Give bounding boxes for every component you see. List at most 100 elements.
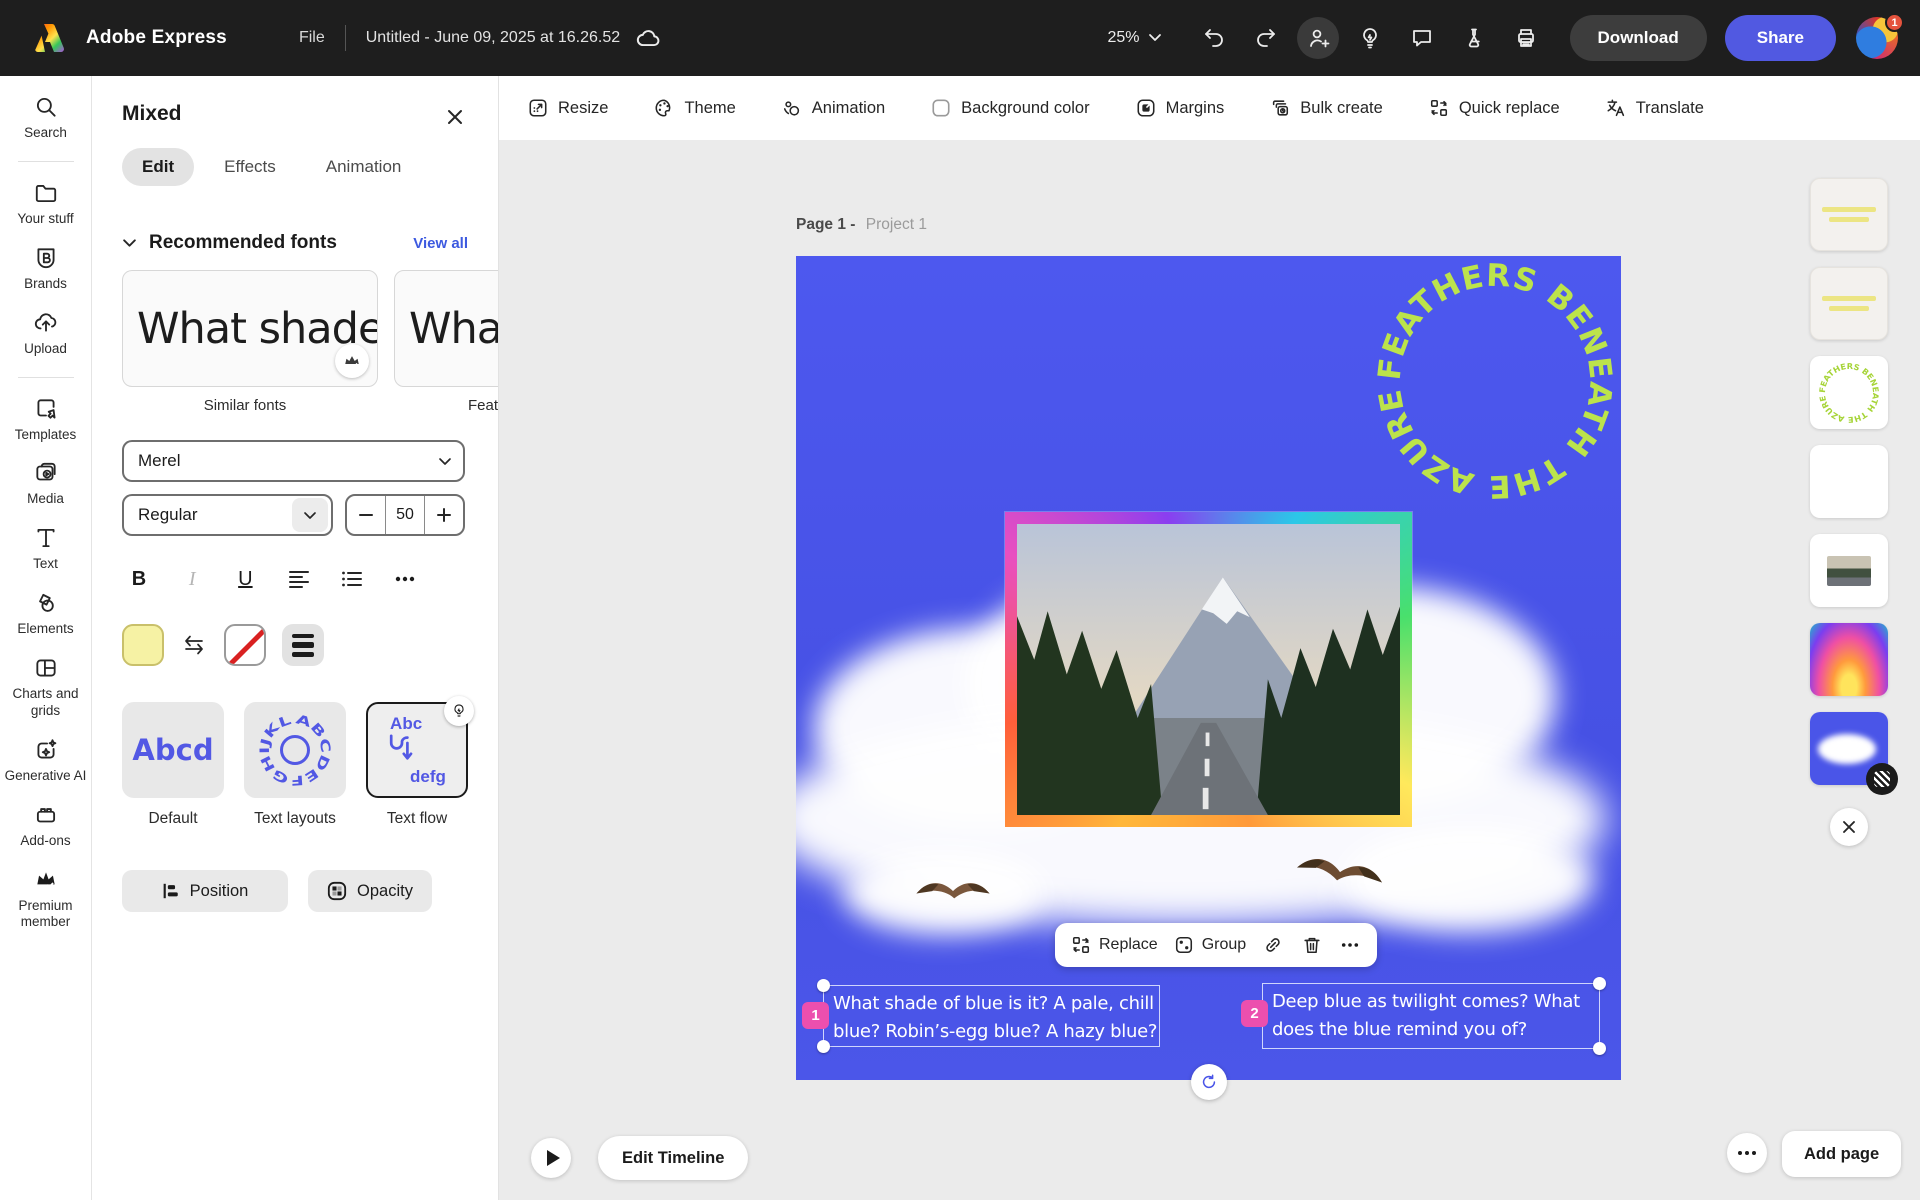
text-color-swatch[interactable] bbox=[122, 624, 164, 666]
font-card-similar[interactable]: What shade bbox=[122, 270, 378, 387]
document-title[interactable]: Untitled - June 09, 2025 at 16.26.52 bbox=[366, 29, 620, 47]
text-layouts-card[interactable]: ABCDEFGHIJKL bbox=[244, 702, 346, 798]
sidebar-label: Your stuff bbox=[17, 211, 73, 228]
bulk-create-button[interactable]: Bulk create bbox=[1270, 98, 1383, 118]
bold-button[interactable]: B bbox=[122, 562, 156, 596]
text-box-1[interactable]: What shade of blue is it? A pale, chill … bbox=[823, 985, 1160, 1047]
quick-replace-button[interactable]: Quick replace bbox=[1429, 98, 1560, 118]
sidebar-label: Add-ons bbox=[20, 833, 70, 850]
text-background-button[interactable] bbox=[282, 624, 324, 666]
text-flow-card[interactable]: Abc defg bbox=[366, 702, 468, 798]
framed-photo-element[interactable] bbox=[1005, 512, 1412, 827]
tab-effects[interactable]: Effects bbox=[204, 148, 296, 186]
text-style-default-card[interactable]: Abcd bbox=[122, 702, 224, 798]
text-box-2[interactable]: Deep blue as twilight comes? What does t… bbox=[1262, 983, 1600, 1049]
comments-button[interactable] bbox=[1401, 17, 1443, 59]
opacity-icon bbox=[327, 881, 347, 901]
page-more-options-button[interactable] bbox=[1727, 1133, 1767, 1173]
replace-button[interactable]: Replace bbox=[1071, 935, 1158, 955]
underline-button[interactable]: U bbox=[228, 562, 262, 596]
view-all-link[interactable]: View all bbox=[413, 235, 468, 252]
file-menu[interactable]: File bbox=[299, 29, 325, 47]
play-button[interactable] bbox=[531, 1138, 571, 1178]
arc-text: FEATHERS BENEATH THE AZURE bbox=[1372, 258, 1619, 505]
outline-color-none-swatch[interactable] bbox=[224, 624, 266, 666]
undo-button[interactable] bbox=[1193, 17, 1235, 59]
tab-animation[interactable]: Animation bbox=[306, 148, 422, 186]
sidebar-item-add-ons[interactable]: Add-ons bbox=[2, 802, 90, 850]
delete-button[interactable] bbox=[1300, 930, 1322, 960]
add-page-button[interactable]: Add page bbox=[1782, 1131, 1901, 1177]
sidebar-item-upload[interactable]: Upload bbox=[2, 310, 90, 358]
link-button[interactable] bbox=[1262, 930, 1284, 960]
theme-button[interactable]: Theme bbox=[654, 98, 735, 118]
print-button[interactable] bbox=[1505, 17, 1547, 59]
group-button[interactable]: Group bbox=[1174, 935, 1246, 955]
font-family-select[interactable]: Merel bbox=[122, 440, 465, 482]
sidebar-item-charts-and-grids[interactable]: Charts and grids bbox=[2, 655, 90, 720]
sidebar-item-search[interactable]: Search bbox=[2, 94, 90, 142]
tip-bulb-badge[interactable] bbox=[444, 696, 474, 726]
avatar[interactable]: 1 bbox=[1856, 17, 1898, 59]
selection-handle[interactable] bbox=[1593, 977, 1606, 990]
animation-button[interactable]: Animation bbox=[782, 98, 885, 118]
project-name-label[interactable]: Project 1 bbox=[866, 216, 927, 233]
ideas-button[interactable] bbox=[1349, 17, 1391, 59]
edit-timeline-button[interactable]: Edit Timeline bbox=[598, 1136, 748, 1180]
chevron-down-icon[interactable] bbox=[122, 238, 137, 248]
mini-arc-text: FEATHERS BENEATH THE AZURE bbox=[1816, 360, 1882, 426]
selection-handle[interactable] bbox=[1593, 1042, 1606, 1055]
beta-labs-button[interactable] bbox=[1453, 17, 1495, 59]
font-card-featured[interactable]: What shade bbox=[394, 270, 498, 387]
default-style-preview: Abcd bbox=[132, 733, 213, 767]
sidebar-item-premium[interactable]: Premium member bbox=[2, 867, 90, 932]
zoom-control[interactable]: 25% bbox=[1108, 29, 1162, 47]
font-weight-select[interactable]: Regular bbox=[122, 494, 333, 536]
margins-button[interactable]: Margins bbox=[1136, 98, 1225, 118]
download-button[interactable]: Download bbox=[1570, 15, 1707, 61]
opacity-button[interactable]: Opacity bbox=[308, 870, 432, 912]
bird-graphic[interactable] bbox=[914, 874, 992, 908]
sidebar-item-your-stuff[interactable]: Your stuff bbox=[2, 180, 90, 228]
italic-button[interactable]: I bbox=[175, 562, 209, 596]
rotate-handle[interactable] bbox=[1191, 1064, 1227, 1100]
redo-button[interactable] bbox=[1245, 17, 1287, 59]
tab-edit[interactable]: Edit bbox=[122, 148, 194, 186]
close-thumbnails-button[interactable] bbox=[1830, 808, 1868, 846]
circular-text-element[interactable]: FEATHERS BENEATH THE AZURE bbox=[1370, 256, 1620, 506]
sidebar-item-generative-ai[interactable]: Generative AI bbox=[2, 737, 90, 785]
font-size-value[interactable]: 50 bbox=[385, 496, 425, 534]
swap-colors-icon[interactable] bbox=[180, 633, 208, 657]
thumbnail-gradient[interactable] bbox=[1810, 623, 1888, 696]
thumbnail-circular-text[interactable]: FEATHERS BENEATH THE AZURE bbox=[1810, 356, 1888, 429]
more-format-options-button[interactable] bbox=[388, 562, 422, 596]
sidebar-item-text[interactable]: Text bbox=[2, 525, 90, 573]
text-style-cards: Abcd ABCDEFGHIJKL Abc defg bbox=[122, 702, 498, 798]
list-button[interactable] bbox=[335, 562, 369, 596]
resize-button[interactable]: Resize bbox=[528, 98, 608, 118]
thumbnail-page[interactable] bbox=[1810, 178, 1888, 251]
sidebar-item-media[interactable]: Media bbox=[2, 460, 90, 508]
position-button[interactable]: Position bbox=[122, 870, 288, 912]
thumbnail-page[interactable] bbox=[1810, 267, 1888, 340]
panel-close-button[interactable] bbox=[438, 100, 472, 134]
thumbnail-blank[interactable] bbox=[1810, 445, 1888, 518]
more-options-button[interactable] bbox=[1339, 930, 1361, 960]
sidebar-item-elements[interactable]: Elements bbox=[2, 590, 90, 638]
translate-button[interactable]: Translate bbox=[1606, 98, 1704, 118]
decrease-font-size-button[interactable] bbox=[347, 496, 385, 534]
sidebar-item-templates[interactable]: Templates bbox=[2, 396, 90, 444]
background-color-button[interactable]: Background color bbox=[931, 98, 1089, 118]
selection-handle[interactable] bbox=[817, 979, 830, 992]
sidebar-item-brands[interactable]: Brands bbox=[2, 245, 90, 293]
increase-font-size-button[interactable] bbox=[425, 496, 463, 534]
page-thumbnails: FEATHERS BENEATH THE AZURE bbox=[1810, 178, 1888, 785]
thumbnail-sky[interactable] bbox=[1810, 712, 1888, 785]
font-weight-value: Regular bbox=[138, 505, 198, 525]
invite-collaborators-button[interactable] bbox=[1297, 17, 1339, 59]
selection-handle[interactable] bbox=[817, 1040, 830, 1053]
adobe-express-logo[interactable] bbox=[30, 22, 66, 54]
thumbnail-photo[interactable] bbox=[1810, 534, 1888, 607]
share-button[interactable]: Share bbox=[1725, 15, 1836, 61]
alignment-button[interactable] bbox=[282, 562, 316, 596]
